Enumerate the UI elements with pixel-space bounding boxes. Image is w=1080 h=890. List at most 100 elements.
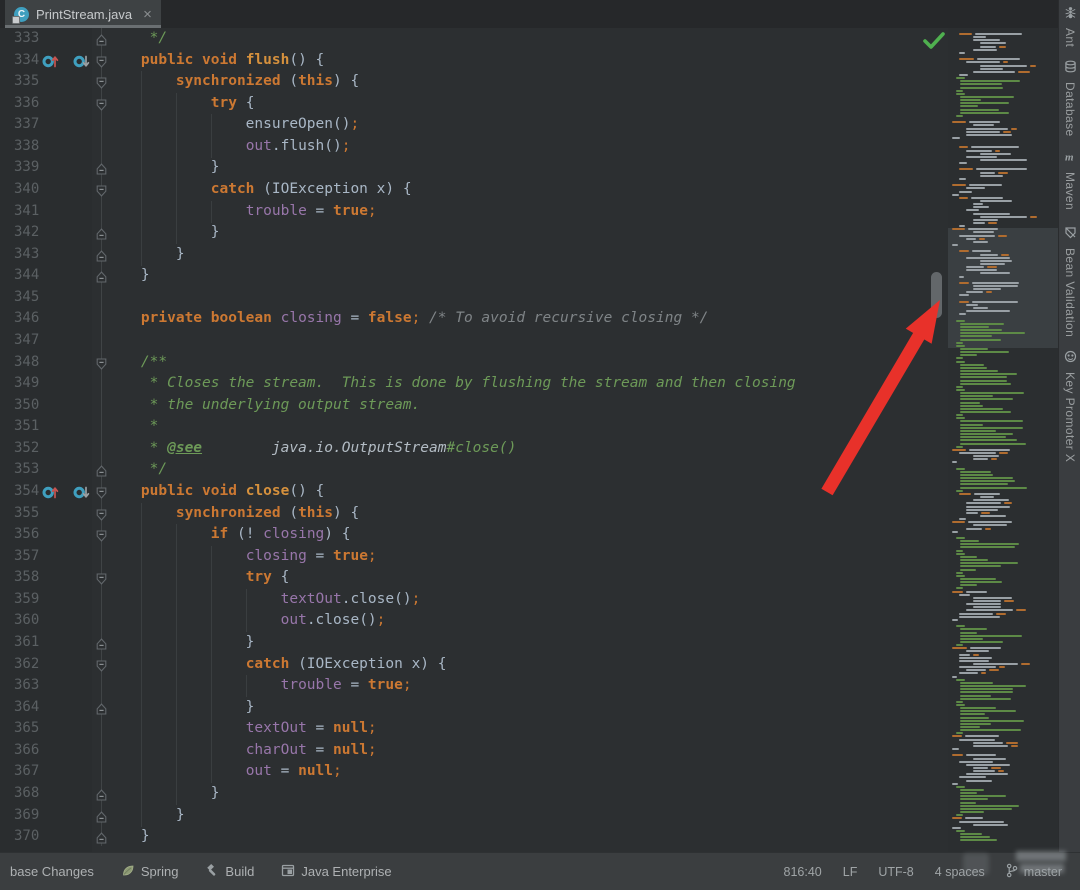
code-line[interactable]: 351 * — [0, 416, 948, 438]
stripe-item-bean-validation[interactable]: Bean Validation — [1059, 226, 1080, 337]
minimap-code-line — [960, 339, 1001, 341]
status-item-database-changes[interactable]: base Changes — [10, 864, 94, 879]
status-item-caret-position[interactable]: 816:40 — [784, 865, 822, 879]
code-editor[interactable]: 333 */334 public void flush() {335 synch… — [0, 28, 948, 852]
line-number[interactable]: 359 — [14, 589, 39, 611]
code-line[interactable]: 343 } — [0, 244, 948, 266]
code-line[interactable]: 355 synchronized (this) { — [0, 503, 948, 525]
code-line[interactable]: 370 } — [0, 826, 948, 848]
line-number[interactable]: 349 — [14, 373, 39, 395]
line-number[interactable]: 334 — [14, 50, 39, 72]
code-line[interactable]: 335 synchronized (this) { — [0, 71, 948, 93]
line-number[interactable]: 347 — [14, 330, 39, 352]
line-number[interactable]: 358 — [14, 567, 39, 589]
line-number[interactable]: 346 — [14, 308, 39, 330]
stripe-item-database[interactable]: Database — [1059, 60, 1080, 137]
code-line[interactable]: 344 } — [0, 265, 948, 287]
line-number[interactable]: 340 — [14, 179, 39, 201]
code-line[interactable]: 349 * Closes the stream. This is done by… — [0, 373, 948, 395]
status-item-file-encoding[interactable]: UTF-8 — [878, 865, 913, 879]
code-line[interactable]: 359 textOut.close(); — [0, 589, 948, 611]
line-number[interactable]: 333 — [14, 28, 39, 50]
code-line[interactable]: 341 trouble = true; — [0, 201, 948, 223]
code-line[interactable]: 334 public void flush() { — [0, 50, 948, 72]
inspection-ok-icon[interactable] — [922, 30, 948, 52]
code-line[interactable]: 348 /** — [0, 352, 948, 374]
code-line[interactable]: 340 catch (IOException x) { — [0, 179, 948, 201]
status-item-build[interactable]: Build — [205, 863, 254, 880]
line-number[interactable]: 350 — [14, 395, 39, 417]
line-number[interactable]: 370 — [14, 826, 39, 848]
code-line[interactable]: 354 public void close() { — [0, 481, 948, 503]
code-line[interactable]: 337 ensureOpen(); — [0, 114, 948, 136]
code-line[interactable]: 342 } — [0, 222, 948, 244]
line-number[interactable]: 355 — [14, 503, 39, 525]
code-line[interactable]: 367 out = null; — [0, 761, 948, 783]
stripe-item-key-promoter-x[interactable]: Key Promoter X — [1059, 350, 1080, 462]
line-number[interactable]: 342 — [14, 222, 39, 244]
status-item-indent-style[interactable]: 4 spaces — [935, 865, 985, 879]
status-item-spring[interactable]: Spring — [121, 864, 179, 880]
line-number[interactable]: 338 — [14, 136, 39, 158]
line-number[interactable]: 362 — [14, 654, 39, 676]
line-number[interactable]: 353 — [14, 459, 39, 481]
line-number[interactable]: 367 — [14, 761, 39, 783]
code-line[interactable]: 339 } — [0, 157, 948, 179]
code-line[interactable]: 346 private boolean closing = false; /* … — [0, 308, 948, 330]
code-line[interactable]: 364 } — [0, 697, 948, 719]
line-number[interactable]: 348 — [14, 352, 39, 374]
line-number[interactable]: 336 — [14, 93, 39, 115]
minimap-code-line — [952, 184, 966, 186]
editor-scrollbar-thumb[interactable] — [931, 272, 942, 318]
tab-close-icon[interactable]: × — [143, 7, 152, 22]
code-line[interactable]: 350 * the underlying output stream. — [0, 395, 948, 417]
status-item-git-branch[interactable]: master — [1006, 863, 1062, 881]
code-line[interactable]: 336 try { — [0, 93, 948, 115]
line-number[interactable]: 343 — [14, 244, 39, 266]
line-number[interactable]: 335 — [14, 71, 39, 93]
line-number[interactable]: 351 — [14, 416, 39, 438]
code-line[interactable]: 365 textOut = null; — [0, 718, 948, 740]
line-number[interactable]: 369 — [14, 805, 39, 827]
code-line[interactable]: 358 try { — [0, 567, 948, 589]
line-number[interactable]: 341 — [14, 201, 39, 223]
code-line[interactable]: 338 out.flush(); — [0, 136, 948, 158]
minimap[interactable] — [948, 28, 1058, 852]
line-number[interactable]: 356 — [14, 524, 39, 546]
code-line[interactable]: 361 } — [0, 632, 948, 654]
line-number[interactable]: 344 — [14, 265, 39, 287]
tab-printstream-java[interactable]: C PrintStream.java × — [5, 0, 161, 28]
stripe-item-maven[interactable]: mMaven — [1059, 150, 1080, 210]
line-number[interactable]: 345 — [14, 287, 39, 309]
line-number[interactable]: 366 — [14, 740, 39, 762]
code-line[interactable]: 368 } — [0, 783, 948, 805]
line-number[interactable]: 368 — [14, 783, 39, 805]
code-line[interactable]: 352 * @see java.io.OutputStream#close() — [0, 438, 948, 460]
line-number[interactable]: 337 — [14, 114, 39, 136]
line-number[interactable]: 352 — [14, 438, 39, 460]
code-line[interactable]: 360 out.close(); — [0, 610, 948, 632]
code-line[interactable]: 366 charOut = null; — [0, 740, 948, 762]
minimap-code-line — [999, 46, 1006, 48]
code-line[interactable]: 363 trouble = true; — [0, 675, 948, 697]
line-number[interactable]: 363 — [14, 675, 39, 697]
code-line[interactable]: 369 } — [0, 805, 948, 827]
line-number[interactable]: 339 — [14, 157, 39, 179]
status-item-java-enterprise[interactable]: Java Enterprise — [281, 864, 391, 880]
line-number[interactable]: 360 — [14, 610, 39, 632]
line-number[interactable]: 365 — [14, 718, 39, 740]
line-number[interactable]: 361 — [14, 632, 39, 654]
code-line[interactable]: 357 closing = true; — [0, 546, 948, 568]
stripe-item-ant[interactable]: Ant — [1059, 6, 1080, 47]
line-number[interactable]: 364 — [14, 697, 39, 719]
code-line[interactable]: 333 */ — [0, 28, 948, 50]
minimap-code-line — [959, 74, 968, 76]
code-line[interactable]: 345 — [0, 287, 948, 309]
code-line[interactable]: 362 catch (IOException x) { — [0, 654, 948, 676]
status-item-line-separator[interactable]: LF — [843, 865, 858, 879]
code-line[interactable]: 353 */ — [0, 459, 948, 481]
code-line[interactable]: 347 — [0, 330, 948, 352]
line-number[interactable]: 354 — [14, 481, 39, 503]
code-line[interactable]: 356 if (! closing) { — [0, 524, 948, 546]
line-number[interactable]: 357 — [14, 546, 39, 568]
